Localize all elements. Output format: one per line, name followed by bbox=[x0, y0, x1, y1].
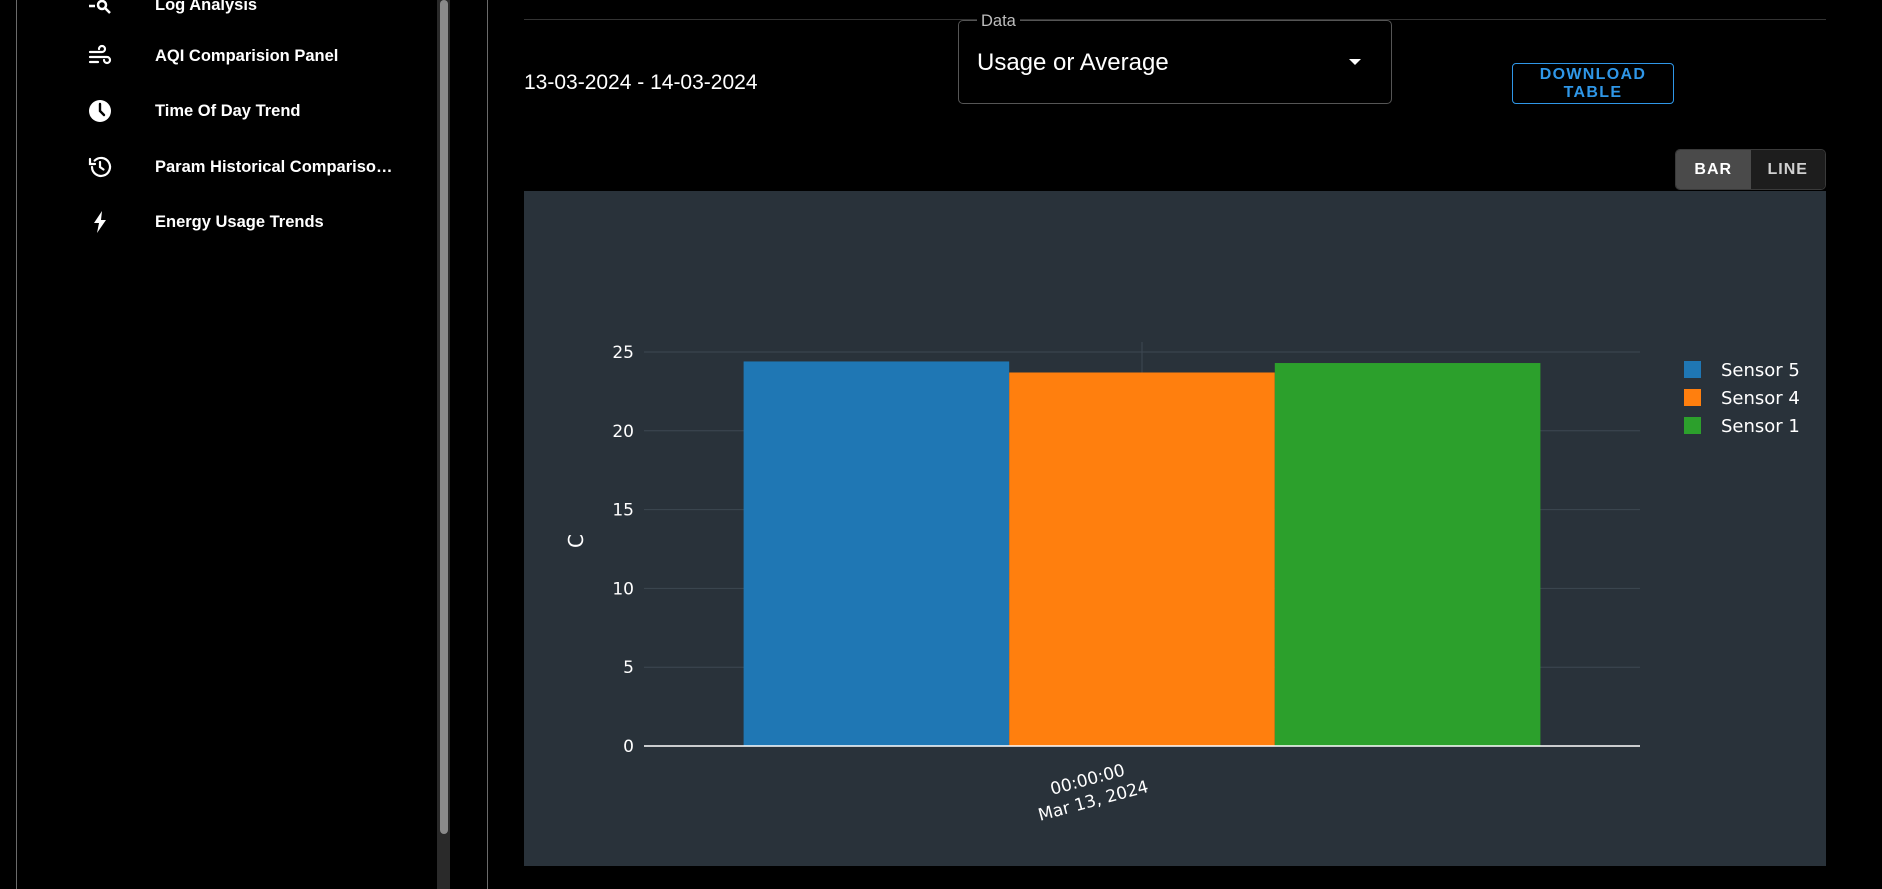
data-select-label: Data bbox=[977, 11, 1020, 31]
sidebar-item-energy-usage-trends[interactable]: Energy Usage Trends bbox=[17, 195, 437, 249]
legend-swatch bbox=[1684, 417, 1701, 434]
bar-sensor-5 bbox=[743, 361, 1010, 746]
lightning-icon bbox=[85, 207, 115, 237]
y-tick-label: 5 bbox=[623, 658, 634, 678]
sidebar-item-time-of-day-trend[interactable]: Time Of Day Trend bbox=[17, 84, 437, 138]
y-tick-label: 25 bbox=[612, 343, 634, 363]
y-tick-label: 20 bbox=[612, 422, 634, 442]
legend-swatch bbox=[1684, 389, 1701, 406]
caret-down-icon bbox=[1349, 59, 1361, 65]
legend-swatch bbox=[1684, 361, 1701, 378]
sidebar-item-param-historical-comparison[interactable]: Param Historical Compariso… bbox=[17, 140, 437, 194]
date-range-label: 13-03-2024 - 14-03-2024 bbox=[524, 71, 758, 94]
history-icon bbox=[85, 152, 115, 182]
sidebar-item-label: Param Historical Compariso… bbox=[155, 157, 393, 176]
sidebar-item-log-analysis[interactable]: Log Analysis bbox=[17, 0, 437, 32]
sidebar-item-label: AQI Comparision Panel bbox=[155, 46, 339, 65]
legend-label: Sensor 5 bbox=[1721, 360, 1800, 381]
legend-label: Sensor 4 bbox=[1721, 388, 1800, 409]
sidebar-item-aqi-comparision-panel[interactable]: AQI Comparision Panel bbox=[17, 29, 437, 83]
y-tick-label: 15 bbox=[612, 501, 634, 521]
bar-chart: 0 5 10 15 20 25 C 00:00:00Mar 13, 2024 Sensor 5 S… bbox=[564, 342, 1800, 826]
log-search-icon bbox=[85, 0, 115, 20]
data-select[interactable]: Data Usage or Average bbox=[958, 11, 1392, 104]
sidebar-item-label: Time Of Day Trend bbox=[155, 101, 301, 120]
toggle-bar-button[interactable]: BAR bbox=[1676, 150, 1751, 189]
toggle-line-button[interactable]: LINE bbox=[1750, 150, 1825, 189]
wind-icon bbox=[85, 41, 115, 71]
legend-label: Sensor 1 bbox=[1721, 416, 1800, 437]
sidebar-item-label: Log Analysis bbox=[155, 0, 258, 14]
data-select-value: Usage or Average bbox=[977, 49, 1169, 76]
sidebar-scrollbar-thumb[interactable] bbox=[440, 0, 448, 834]
sidebar-item-label: Energy Usage Trends bbox=[155, 212, 324, 231]
sidebar: Log Analysis AQI Comparision Panel Time … bbox=[17, 0, 437, 889]
download-table-button[interactable]: DOWNLOAD TABLE bbox=[1512, 63, 1674, 104]
chart-type-toggle: BAR LINE bbox=[1675, 149, 1826, 190]
bar-sensor-1 bbox=[1274, 363, 1541, 746]
y-axis-label: C bbox=[564, 534, 588, 548]
chart-container: 0 5 10 15 20 25 C 00:00:00Mar 13, 2024 Sensor 5 S… bbox=[524, 191, 1826, 866]
clock-icon bbox=[85, 96, 115, 126]
y-tick-label: 0 bbox=[623, 737, 634, 757]
bar-sensor-4 bbox=[1009, 372, 1275, 746]
y-tick-label: 10 bbox=[612, 579, 634, 599]
panel-border bbox=[487, 0, 488, 889]
x-tick-label: 00:00:00Mar 13, 2024 bbox=[1030, 756, 1150, 826]
